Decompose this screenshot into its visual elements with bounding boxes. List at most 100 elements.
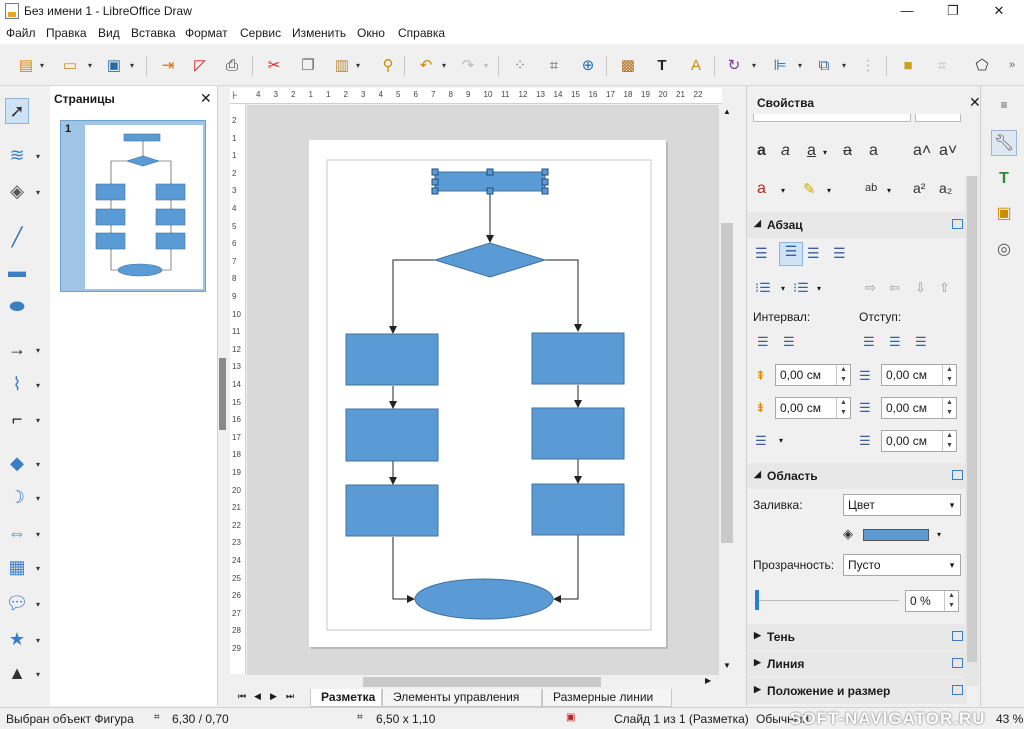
spacing-above-stepper[interactable]: ▲ ▼ [836, 365, 850, 385]
decrease-indent-arrow-icon[interactable]: ⇦ [889, 280, 900, 296]
stars-icon[interactable]: ★ [5, 626, 29, 652]
line-spacing-icon[interactable]: ☰ [755, 433, 767, 449]
undo-icon[interactable]: ↶ [414, 53, 438, 77]
line-spacing-dropdown-icon[interactable]: ▾ [779, 436, 783, 445]
strikethrough-icon[interactable]: a [843, 142, 852, 160]
line-arrow-dropdown-icon[interactable]: ▾ [36, 346, 40, 355]
scroll-right-icon[interactable]: ▶ [705, 676, 711, 685]
flowchart-process-left-1[interactable] [345, 333, 439, 386]
decrease-indent-icon[interactable]: ☰ [889, 334, 901, 350]
prev-tab-icon[interactable]: ◀ [254, 691, 261, 702]
export-icon[interactable]: ⇥ [156, 53, 180, 77]
font-name-box[interactable] [753, 114, 911, 122]
align-justify-icon[interactable]: ☰ [833, 245, 846, 262]
paste-dropdown-icon[interactable]: ▾ [356, 61, 360, 70]
block-arrows-dropdown-icon[interactable]: ▾ [36, 530, 40, 539]
vertical-scrollbar-thumb[interactable] [721, 223, 733, 543]
bullets-icon[interactable]: ⁝☰ [755, 280, 771, 296]
character-spacing-icon[interactable]: ab [865, 182, 877, 194]
curve-dropdown-icon[interactable]: ▾ [36, 381, 40, 390]
properties-wrench-icon[interactable]: 🔧︎ [991, 130, 1017, 156]
spacing-below-field[interactable]: 0,00 см ▲ ▼ [775, 397, 851, 419]
flowchart-dropdown-icon[interactable]: ▾ [36, 564, 40, 573]
transparency-stepper[interactable]: ▲ ▼ [944, 591, 958, 611]
highlight-dropdown-icon[interactable]: ▾ [827, 186, 831, 195]
grid-icon[interactable]: ⁘ [508, 53, 532, 77]
styles-icon[interactable]: T [991, 166, 1017, 192]
gallery-icon[interactable]: ▣ [991, 200, 1017, 226]
highlight-icon[interactable]: ✎ [803, 180, 816, 198]
scroll-up-icon[interactable]: ▲ [723, 107, 731, 116]
increase-spacing-icon[interactable]: ☰ [757, 334, 769, 350]
pages-panel-close-icon[interactable]: ✕ [200, 90, 212, 107]
menu-window[interactable]: Окно [357, 26, 385, 40]
basic-shapes-icon[interactable]: ◆ [5, 450, 29, 476]
save-dropdown-icon[interactable]: ▾ [130, 61, 134, 70]
line-arrow-tool-icon[interactable]: → [5, 336, 29, 362]
shadow-icon[interactable]: ■ [896, 53, 920, 77]
move-down-icon[interactable]: ⇩ [915, 280, 926, 296]
font-color-dropdown-icon[interactable]: ▾ [781, 186, 785, 195]
first-line-indent-stepper[interactable]: ▲ ▼ [942, 431, 956, 451]
stars-dropdown-icon[interactable]: ▾ [36, 636, 40, 645]
new-dropdown-icon[interactable]: ▾ [40, 61, 44, 70]
ellipse-tool-icon[interactable]: ⬬ [5, 293, 29, 319]
menu-view[interactable]: Вид [98, 26, 120, 40]
spacing-below-stepper[interactable]: ▲ ▼ [836, 398, 850, 418]
tab-dimension-lines[interactable]: Размерные линии [542, 689, 672, 707]
decrease-spacing-icon[interactable]: ☰ [783, 334, 795, 350]
numbering-dropdown-icon[interactable]: ▾ [817, 284, 821, 293]
increase-indent-arrow-icon[interactable]: ⇨ [865, 280, 876, 296]
position-more-options-icon[interactable] [952, 685, 963, 695]
fill-color-swatch[interactable] [863, 529, 929, 541]
line-more-options-icon[interactable] [952, 658, 963, 668]
redo-dropdown-icon[interactable]: ▾ [484, 61, 488, 70]
rectangle-tool-icon[interactable]: ▬ [5, 258, 29, 284]
cut-icon[interactable]: ✂ [262, 53, 286, 77]
italic-icon[interactable]: a [781, 142, 790, 160]
indent-after-field[interactable]: 0,00 см ▲ ▼ [881, 397, 957, 419]
open-dropdown-icon[interactable]: ▾ [88, 61, 92, 70]
menu-file[interactable]: Файл [6, 26, 36, 40]
symbol-shapes-dropdown-icon[interactable]: ▾ [36, 494, 40, 503]
splitter-grip[interactable] [219, 358, 226, 430]
fill-color-dropdown-icon[interactable]: ▾ [36, 188, 40, 197]
align-center-icon[interactable]: ☰ [779, 242, 803, 266]
tab-layout[interactable]: Разметка [310, 689, 382, 707]
insert-image-icon[interactable]: ▩ [616, 53, 640, 77]
undo-dropdown-icon[interactable]: ▾ [442, 61, 446, 70]
numbering-icon[interactable]: ⁝☰ [793, 280, 809, 296]
page-thumbnail[interactable]: 1 [60, 120, 206, 292]
insert-textbox-icon[interactable]: T [650, 53, 674, 77]
align-right-icon[interactable]: ☰ [807, 245, 820, 262]
shadow-section-header[interactable]: ▶ Тень [747, 624, 967, 650]
distribute-icon[interactable]: ⋮ [856, 53, 880, 77]
underline-icon[interactable]: a [807, 142, 816, 160]
subscript-icon[interactable]: a₂ [939, 180, 952, 196]
new-document-icon[interactable]: ▤ [14, 53, 38, 77]
document-modified-icon[interactable]: ▣ [566, 712, 575, 723]
indent-after-stepper[interactable]: ▲ ▼ [942, 398, 956, 418]
underline-dropdown-icon[interactable]: ▾ [823, 148, 827, 157]
transparency-slider-track[interactable] [759, 600, 899, 601]
area-section-header[interactable]: ◢ Область [747, 463, 967, 489]
increase-indent-icon[interactable]: ☰ [863, 334, 875, 350]
sidebar-close-icon[interactable]: ✕ [969, 94, 981, 111]
connector-dropdown-icon[interactable]: ▾ [36, 416, 40, 425]
flowchart-process-right-3[interactable] [531, 483, 625, 536]
redo-icon[interactable]: ↷ [456, 53, 480, 77]
callouts-icon[interactable]: 💬︎ [5, 590, 29, 616]
crop-icon[interactable]: ⌗ [930, 53, 954, 77]
spacing-above-field[interactable]: 0,00 см ▲ ▼ [775, 364, 851, 386]
maximize-button[interactable]: ❐ [930, 0, 976, 22]
align-icon[interactable]: ⊫ [768, 53, 792, 77]
close-button[interactable]: ✕ [976, 0, 1022, 22]
shadow-more-options-icon[interactable] [952, 631, 963, 641]
toolbar-overflow-icon[interactable]: » [1000, 53, 1024, 77]
paragraph-more-options-icon[interactable] [952, 219, 963, 229]
insert-fontwork-icon[interactable]: A [684, 53, 708, 77]
hanging-indent-icon[interactable]: ☰ [915, 334, 927, 350]
arrange-icon[interactable]: ⧉ [812, 53, 836, 77]
paste-icon[interactable]: ▥ [330, 53, 354, 77]
first-tab-icon[interactable]: ⏮ [238, 691, 246, 702]
